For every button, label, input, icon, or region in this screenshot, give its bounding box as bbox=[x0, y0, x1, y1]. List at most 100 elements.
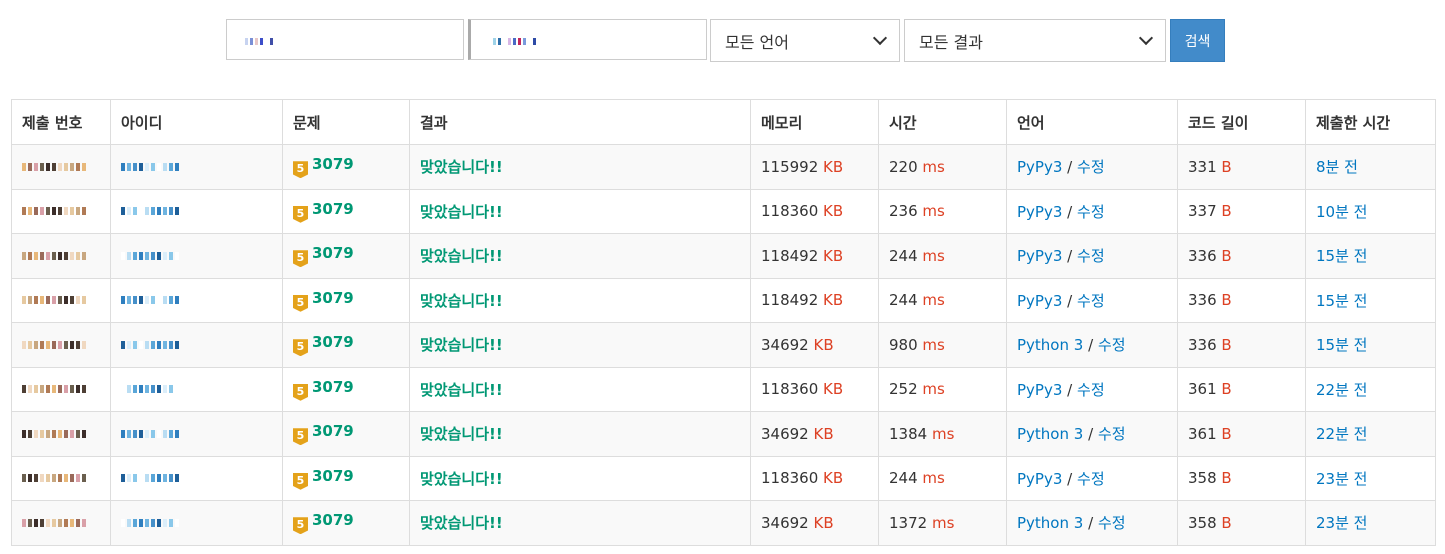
language-link[interactable]: PyPy3 bbox=[1017, 203, 1062, 221]
redacted-pixel bbox=[40, 296, 44, 305]
user-id-cell[interactable] bbox=[110, 277, 283, 323]
user-id-cell[interactable] bbox=[110, 411, 283, 457]
problem-cell[interactable]: 5 3079 bbox=[282, 455, 410, 501]
problem-number[interactable]: 3079 bbox=[312, 422, 354, 440]
redacted-pixel bbox=[121, 429, 125, 438]
time-unit: ms bbox=[931, 513, 955, 532]
redacted-pixel bbox=[145, 207, 149, 216]
language-link[interactable]: Python 3 bbox=[1017, 425, 1083, 443]
problem-cell[interactable]: 5 3079 bbox=[282, 233, 410, 279]
time-value: 980 bbox=[889, 335, 918, 354]
submitted-time-link[interactable]: 15분 전 bbox=[1316, 247, 1367, 265]
col-header-code-length[interactable]: 코드 길이 bbox=[1177, 99, 1306, 145]
user-id-cell[interactable] bbox=[110, 366, 283, 412]
code-length-value: 331 bbox=[1188, 157, 1217, 176]
submitted-time-link[interactable]: 10분 전 bbox=[1316, 203, 1367, 221]
problem-cell[interactable]: 5 3079 bbox=[282, 144, 410, 190]
col-header-language[interactable]: 언어 bbox=[1006, 99, 1178, 145]
redacted-pixel bbox=[127, 474, 131, 483]
separator: / bbox=[1067, 291, 1073, 310]
submitted-time-link[interactable]: 23분 전 bbox=[1316, 514, 1367, 532]
result-cell: 맞았습니다!! bbox=[409, 188, 751, 234]
language-select[interactable]: 모든 언어 bbox=[710, 19, 900, 62]
redacted-pixel bbox=[58, 474, 62, 483]
memory-unit: KB bbox=[813, 513, 834, 532]
problem-number[interactable]: 3079 bbox=[312, 289, 354, 307]
problem-id-input[interactable] bbox=[226, 19, 464, 60]
col-header-submission-id[interactable]: 제출 번호 bbox=[11, 99, 111, 145]
edit-link[interactable]: 수정 bbox=[1077, 158, 1105, 176]
edit-link[interactable]: 수정 bbox=[1098, 336, 1126, 354]
submitted-time-link[interactable]: 22분 전 bbox=[1316, 425, 1367, 443]
memory-value: 115992 bbox=[761, 157, 819, 176]
edit-link[interactable]: 수정 bbox=[1077, 470, 1105, 488]
problem-number[interactable]: 3079 bbox=[312, 467, 354, 485]
problem-cell[interactable]: 5 3079 bbox=[282, 322, 410, 368]
problem-cell[interactable]: 5 3079 bbox=[282, 500, 410, 546]
edit-link[interactable]: 수정 bbox=[1077, 381, 1105, 399]
problem-number[interactable]: 3079 bbox=[312, 200, 354, 218]
edit-link[interactable]: 수정 bbox=[1077, 247, 1105, 265]
language-link[interactable]: PyPy3 bbox=[1017, 292, 1062, 310]
edit-link[interactable]: 수정 bbox=[1077, 292, 1105, 310]
language-link[interactable]: PyPy3 bbox=[1017, 381, 1062, 399]
time-value: 252 bbox=[889, 380, 918, 399]
language-cell: PyPy3 / 수정 bbox=[1006, 188, 1178, 234]
problem-number[interactable]: 3079 bbox=[312, 155, 354, 173]
problem-number[interactable]: 3079 bbox=[312, 244, 354, 262]
language-link[interactable]: PyPy3 bbox=[1017, 158, 1062, 176]
problem-cell[interactable]: 5 3079 bbox=[282, 411, 410, 457]
col-header-problem[interactable]: 문제 bbox=[282, 99, 410, 145]
problem-cell[interactable]: 5 3079 bbox=[282, 277, 410, 323]
redacted-pixel bbox=[145, 251, 149, 260]
edit-link[interactable]: 수정 bbox=[1098, 514, 1126, 532]
redacted-pixel bbox=[121, 207, 125, 216]
problem-number[interactable]: 3079 bbox=[312, 378, 354, 396]
redacted-pixel bbox=[163, 340, 167, 349]
user-id-input[interactable] bbox=[468, 19, 707, 60]
submitted-time-link[interactable]: 15분 전 bbox=[1316, 336, 1367, 354]
code-length-cell: 336 B bbox=[1177, 322, 1306, 368]
user-id-cell[interactable] bbox=[110, 500, 283, 546]
search-button[interactable]: 검색 bbox=[1170, 19, 1225, 62]
edit-link[interactable]: 수정 bbox=[1098, 425, 1126, 443]
problem-cell[interactable]: 5 3079 bbox=[282, 188, 410, 234]
language-link[interactable]: PyPy3 bbox=[1017, 470, 1062, 488]
submitted-time-link[interactable]: 15분 전 bbox=[1316, 292, 1367, 310]
language-link[interactable]: Python 3 bbox=[1017, 336, 1083, 354]
col-header-memory[interactable]: 메모리 bbox=[750, 99, 879, 145]
col-header-submitted-time[interactable]: 제출한 시간 bbox=[1305, 99, 1436, 145]
code-length-cell: 336 B bbox=[1177, 233, 1306, 279]
col-header-result[interactable]: 결과 bbox=[409, 99, 751, 145]
submitted-time-link[interactable]: 23분 전 bbox=[1316, 470, 1367, 488]
redacted-pixel bbox=[28, 518, 32, 527]
problem-cell[interactable]: 5 3079 bbox=[282, 366, 410, 412]
col-header-user-id[interactable]: 아이디 bbox=[110, 99, 283, 145]
user-id-cell[interactable] bbox=[110, 144, 283, 190]
redacted-text bbox=[121, 385, 282, 394]
problem-number[interactable]: 3079 bbox=[312, 333, 354, 351]
user-id-cell[interactable] bbox=[110, 455, 283, 501]
col-header-time[interactable]: 시간 bbox=[878, 99, 1007, 145]
user-id-cell[interactable] bbox=[110, 188, 283, 234]
redacted-pixel bbox=[127, 162, 131, 171]
language-link[interactable]: PyPy3 bbox=[1017, 247, 1062, 265]
redacted-pixel bbox=[64, 385, 68, 394]
user-id-cell[interactable] bbox=[110, 322, 283, 368]
user-id-cell[interactable] bbox=[110, 233, 283, 279]
redacted-pixel bbox=[121, 385, 125, 394]
separator: / bbox=[1088, 336, 1094, 355]
submitted-time-link[interactable]: 22분 전 bbox=[1316, 381, 1367, 399]
redacted-pixel bbox=[40, 207, 44, 216]
edit-link[interactable]: 수정 bbox=[1077, 203, 1105, 221]
language-link[interactable]: Python 3 bbox=[1017, 514, 1083, 532]
submitted-time-link[interactable]: 8분 전 bbox=[1316, 158, 1358, 176]
result-select[interactable]: 모든 결과 bbox=[904, 19, 1166, 62]
problem-number[interactable]: 3079 bbox=[312, 511, 354, 529]
redacted-pixel bbox=[64, 340, 68, 349]
time-cell: 244 ms bbox=[878, 277, 1007, 323]
redacted-pixel bbox=[127, 251, 131, 260]
redacted-pixel bbox=[82, 207, 86, 216]
submission-id-cell bbox=[11, 277, 111, 323]
table-body: 5 3079 맞았습니다!! 115992 KB 220 ms PyPy3 / 수… bbox=[11, 144, 1436, 546]
